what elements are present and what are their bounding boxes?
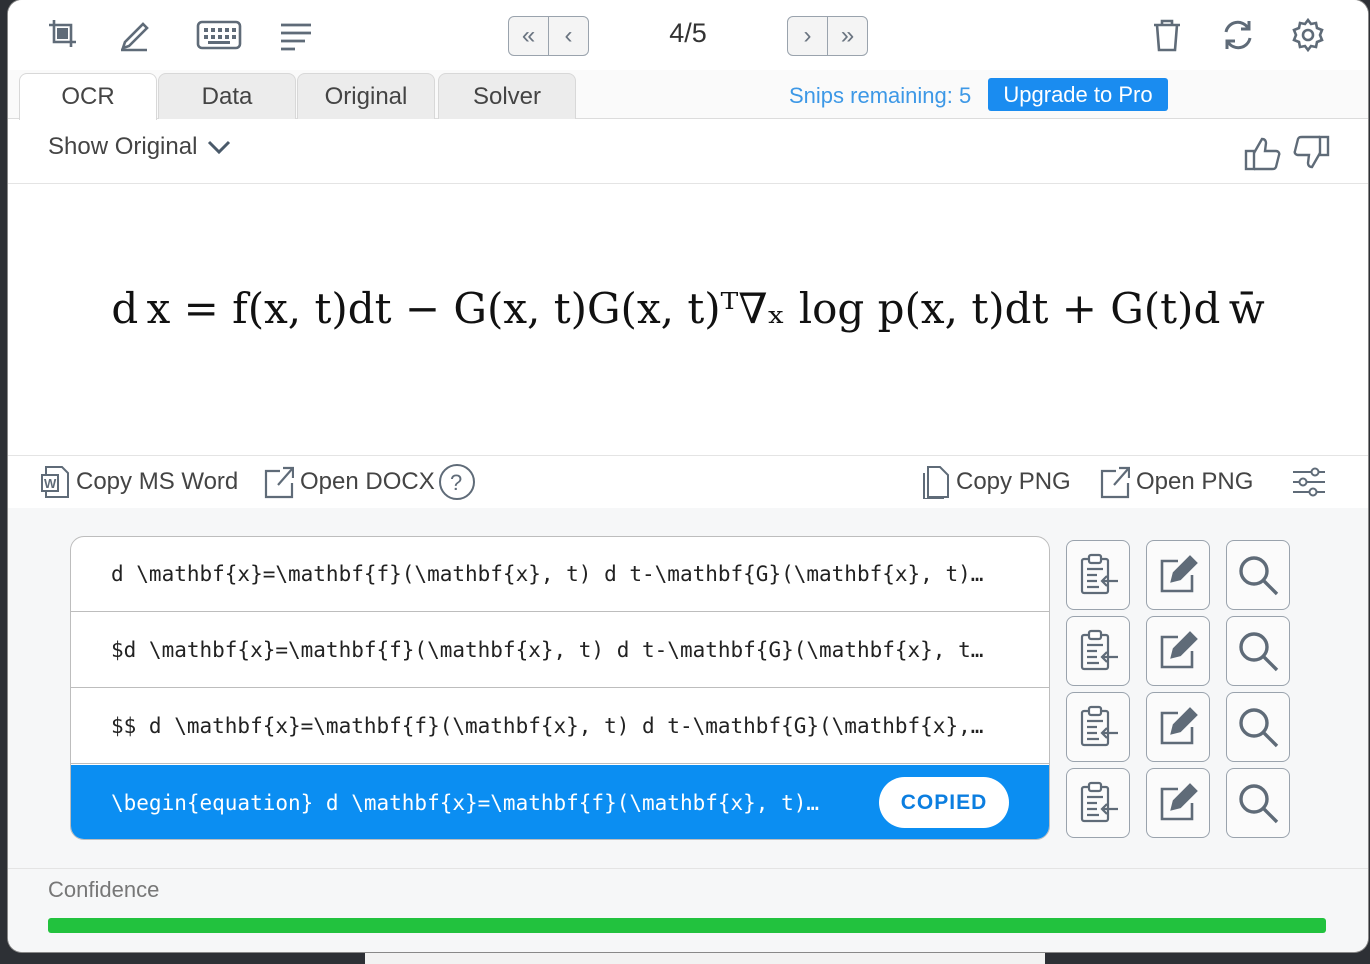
paste-button[interactable] [1066, 692, 1130, 762]
rendered-equation: d x = f(x, t)dt − G(x, t)G(x, t)ᵀ∇ₓ log … [111, 284, 1265, 333]
paste-icon [1076, 553, 1120, 597]
upgrade-button[interactable]: Upgrade to Pro [988, 78, 1168, 111]
search-button[interactable] [1226, 692, 1290, 762]
search-button[interactable] [1226, 768, 1290, 838]
chevron-down-icon [208, 140, 231, 155]
edit-icon [1156, 781, 1200, 825]
confidence-bar-fill [48, 918, 1326, 933]
paste-icon [1076, 705, 1120, 749]
open-png-button[interactable]: Open PNG [1100, 464, 1253, 500]
paste-button[interactable] [1066, 768, 1130, 838]
format-row-equation[interactable]: \begin{equation} d \mathbf{x}=\mathbf{f}… [71, 765, 1049, 839]
nav-back-group: « ‹ [508, 16, 589, 56]
tab-data[interactable]: Data [158, 73, 296, 119]
snip-window: « ‹ 4/5 › » OCR Data Original Solver Sni… [8, 0, 1368, 952]
search-icon [1236, 553, 1280, 597]
trash-icon[interactable] [1149, 17, 1185, 53]
copy-png-label: Copy PNG [956, 468, 1071, 495]
show-original-toggle[interactable]: Show Original [48, 133, 231, 161]
svg-text:?: ? [450, 470, 462, 495]
edit-button[interactable] [1146, 540, 1210, 610]
edit-button[interactable] [1146, 692, 1210, 762]
open-docx-label: Open DOCX [300, 468, 435, 495]
show-original-label: Show Original [48, 133, 198, 160]
external-link-icon [1100, 466, 1130, 499]
refresh-icon[interactable] [1220, 17, 1256, 53]
page-indicator: 4/5 [669, 18, 707, 48]
divider [8, 183, 1368, 184]
first-page-button[interactable]: « [509, 17, 549, 55]
external-link-icon [264, 466, 294, 499]
svg-text:W: W [44, 476, 57, 491]
gear-icon[interactable] [1290, 17, 1326, 53]
edit-icon [1156, 705, 1200, 749]
search-icon [1236, 629, 1280, 673]
list-icon[interactable] [278, 17, 314, 53]
next-page-button[interactable]: › [788, 17, 828, 55]
copy-ms-word-button[interactable]: W Copy MS Word [40, 464, 238, 500]
confidence-bar [48, 918, 1326, 933]
tab-ocr[interactable]: OCR [19, 73, 157, 120]
format-row-display-math[interactable]: $$ d \mathbf{x}=\mathbf{f}(\mathbf{x}, t… [71, 689, 1049, 764]
tab-original[interactable]: Original [297, 73, 435, 119]
edit-icon [1156, 553, 1200, 597]
copy-png-button[interactable]: Copy PNG [920, 464, 1071, 500]
toolbar: « ‹ 4/5 › » [8, 0, 1368, 71]
search-button[interactable] [1226, 616, 1290, 686]
open-png-label: Open PNG [1136, 468, 1254, 495]
tab-solver[interactable]: Solver [438, 73, 576, 119]
help-icon[interactable]: ? [438, 464, 476, 500]
format-row-equation-text: \begin{equation} d \mathbf{x}=\mathbf{f}… [111, 791, 820, 815]
search-icon [1236, 781, 1280, 825]
format-row-latex[interactable]: d \mathbf{x}=\mathbf{f}(\mathbf{x}, t) d… [71, 537, 1049, 612]
nav-forward-group: › » [787, 16, 868, 56]
search-icon [1236, 705, 1280, 749]
format-row-inline-math[interactable]: $d \mathbf{x}=\mathbf{f}(\mathbf{x}, t) … [71, 613, 1049, 688]
thumbs-down-icon[interactable] [1290, 133, 1330, 173]
action-bar: W Copy MS Word Open DOCX ? Copy PNG Open… [8, 455, 1368, 509]
edit-icon [1156, 629, 1200, 673]
crop-icon[interactable] [46, 17, 82, 53]
format-list: d \mathbf{x}=\mathbf{f}(\mathbf{x}, t) d… [70, 536, 1050, 840]
prev-page-button[interactable]: ‹ [549, 17, 588, 55]
edit-button[interactable] [1146, 768, 1210, 838]
word-doc-icon: W [41, 466, 69, 498]
snips-remaining: Snips remaining: 5 [789, 83, 972, 108]
last-page-button[interactable]: » [828, 17, 867, 55]
settings-sliders-icon[interactable] [1291, 464, 1327, 500]
paste-icon [1076, 781, 1120, 825]
confidence-label: Confidence [48, 877, 160, 902]
keyboard-icon[interactable] [196, 17, 242, 53]
thumbs-up-icon[interactable] [1244, 133, 1284, 173]
divider [8, 868, 1368, 869]
open-docx-button[interactable]: Open DOCX [264, 464, 435, 500]
handwriting-icon[interactable] [116, 17, 152, 53]
search-button[interactable] [1226, 540, 1290, 610]
copy-ms-word-label: Copy MS Word [76, 468, 239, 495]
paste-button[interactable] [1066, 616, 1130, 686]
copy-icon [923, 466, 949, 499]
paste-button[interactable] [1066, 540, 1130, 610]
edit-button[interactable] [1146, 616, 1210, 686]
paste-icon [1076, 629, 1120, 673]
copied-badge: COPIED [879, 777, 1009, 828]
